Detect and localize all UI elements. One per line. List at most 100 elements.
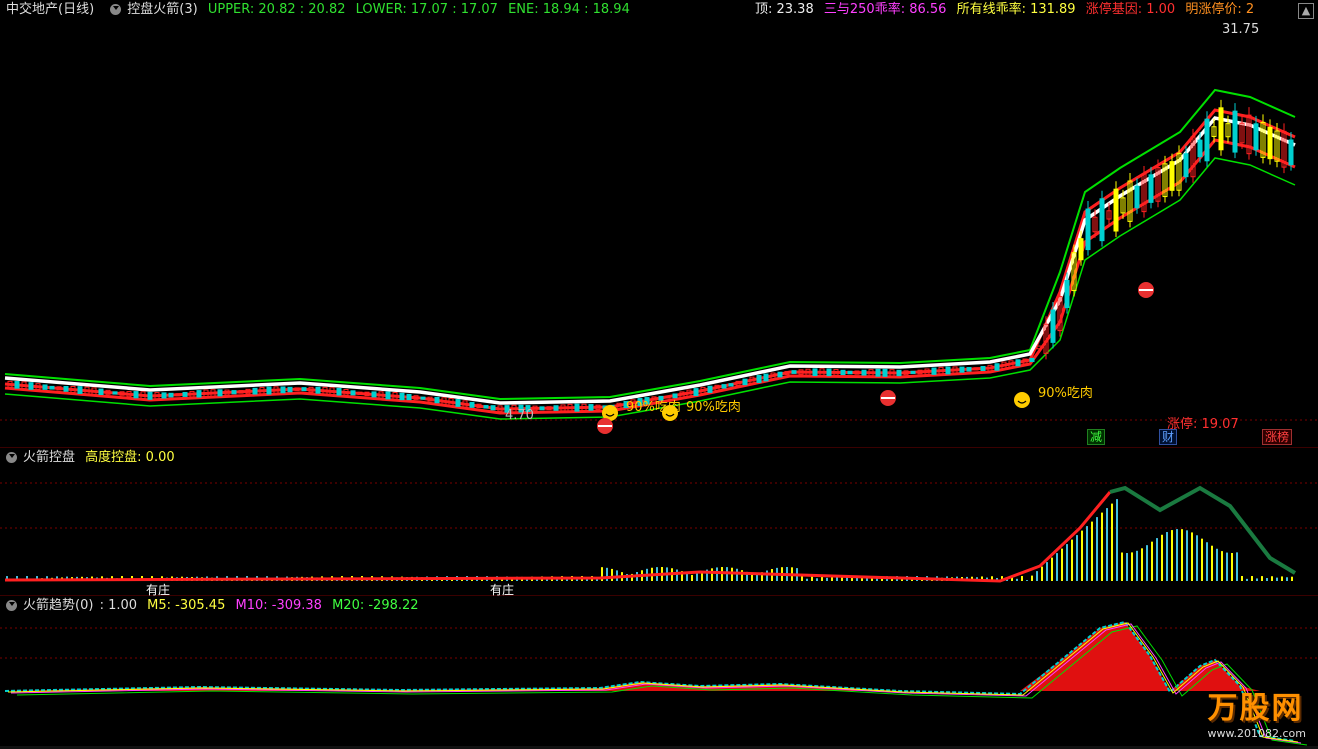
watermark-url: www.201082.com [1207,727,1306,740]
tomorrow-limit-value: 明涨停价: 2 [1185,2,1255,17]
candle [287,386,293,393]
control-bar [1101,512,1103,581]
low-price-label: 4.70 [505,408,534,423]
control-bar [1046,562,1048,581]
candle [385,391,391,400]
candle [63,386,69,392]
candle [574,403,580,412]
watermark: 万股网 www.201082.com [1208,683,1306,740]
control-dropdown-icon[interactable] [6,452,17,463]
control-indicator-chart[interactable] [0,448,1318,595]
main-price-chart[interactable] [0,0,1318,447]
eat-label-3: 90%吃肉 [1038,386,1093,401]
candle [728,383,734,387]
limit-up-label: 涨停: 19.07 [1167,417,1239,432]
candle [315,386,321,394]
candle [147,391,153,400]
control-bar [711,568,713,581]
control-bar [1091,521,1093,581]
control-bar [1186,530,1188,581]
control-bar [836,577,838,581]
control-bar [1176,529,1178,581]
candle [112,391,118,395]
candle [553,405,559,411]
control-header: 火箭控盘 高度控盘: 0.00 [0,448,181,468]
control-bar [1276,577,1278,581]
candle [959,366,965,373]
control-bar [1056,553,1058,581]
candle [763,373,769,382]
control-bar [1271,576,1273,581]
main-chart-panel[interactable]: 中交地产(日线) 控盘火箭(3) UPPER: 20.82 : 20.82 LO… [0,0,1318,448]
control-bar [691,574,693,581]
candle [196,390,202,398]
badge-limit-list[interactable]: 涨榜 [1262,429,1293,445]
control-bar [1126,552,1128,581]
control-bar [1286,577,1288,581]
control-bar [1121,552,1123,581]
eat-label-2: 90%吃肉 [686,400,741,415]
control-bar [1116,499,1118,581]
control-bar [1086,526,1088,581]
control-bar [1066,544,1068,581]
main-header-right: 顶: 23.38 三与250乖率: 86.56 所有线乖率: 131.89 涨停… [755,0,1260,20]
candle [1029,357,1035,363]
candle [483,405,489,409]
candle [994,363,1000,371]
control-bar [1201,538,1203,581]
control-bar [1076,535,1078,581]
main-header: 中交地产(日线) 控盘火箭(3) UPPER: 20.82 : 20.82 LO… [0,0,636,20]
candle [133,391,139,399]
candle [182,392,188,397]
candle [875,368,881,377]
candle [217,389,223,397]
control-name[interactable]: 火箭控盘 [23,450,75,465]
candle [742,378,748,386]
control-bar [1261,576,1263,581]
candle [756,374,762,383]
trend-area [5,622,1295,691]
mid-upper-line [4,108,1296,411]
control-bar [801,576,803,581]
candle [455,399,461,407]
candle [980,365,986,372]
candle [434,396,440,404]
stock-title[interactable]: 中交地产(日线) [6,2,94,17]
badge-finance[interactable]: 财 [1159,429,1178,445]
expand-button[interactable]: ▲ [1298,3,1314,19]
indicator-dropdown-icon[interactable] [110,4,122,15]
candle [861,369,867,376]
control-bar [1196,535,1198,581]
m20-value: M20: -298.22 [332,598,419,613]
control-bar [1061,548,1063,581]
trend-name[interactable]: 火箭趋势(0) [23,598,93,613]
control-bar [1246,578,1248,581]
control-bar [1216,548,1218,581]
lower-value: LOWER: 17.07 : 17.07 [355,2,498,17]
trend-panel[interactable]: 火箭趋势(0) : 1.00 M5: -305.45 M10: -309.38 … [0,596,1318,747]
ball-stripe [1139,289,1153,291]
candle [777,371,783,378]
candle [539,406,545,411]
control-bar [1166,532,1168,581]
candle [371,391,377,398]
candle [266,386,272,395]
control-bar [1251,576,1253,581]
trend-indicator-chart[interactable] [0,596,1318,746]
indicator-name[interactable]: 控盘火箭(3) [127,2,197,17]
candle [406,393,412,401]
control-bar [1026,580,1028,581]
candle [693,388,699,397]
m5-value: M5: -305.45 [147,598,226,613]
control-panel[interactable]: 火箭控盘 高度控盘: 0.00 有庄 有庄 [0,448,1318,597]
candle [231,390,237,395]
control-bar [1291,576,1293,581]
ene-line [4,116,1296,405]
candle [252,387,258,395]
trend-dropdown-icon[interactable] [6,600,17,611]
badge-reduce[interactable]: 减 [1087,429,1106,445]
candle [840,369,846,376]
watermark-brand: 万股网 [1207,691,1304,726]
control-bar [1171,530,1173,581]
candle [896,369,902,377]
